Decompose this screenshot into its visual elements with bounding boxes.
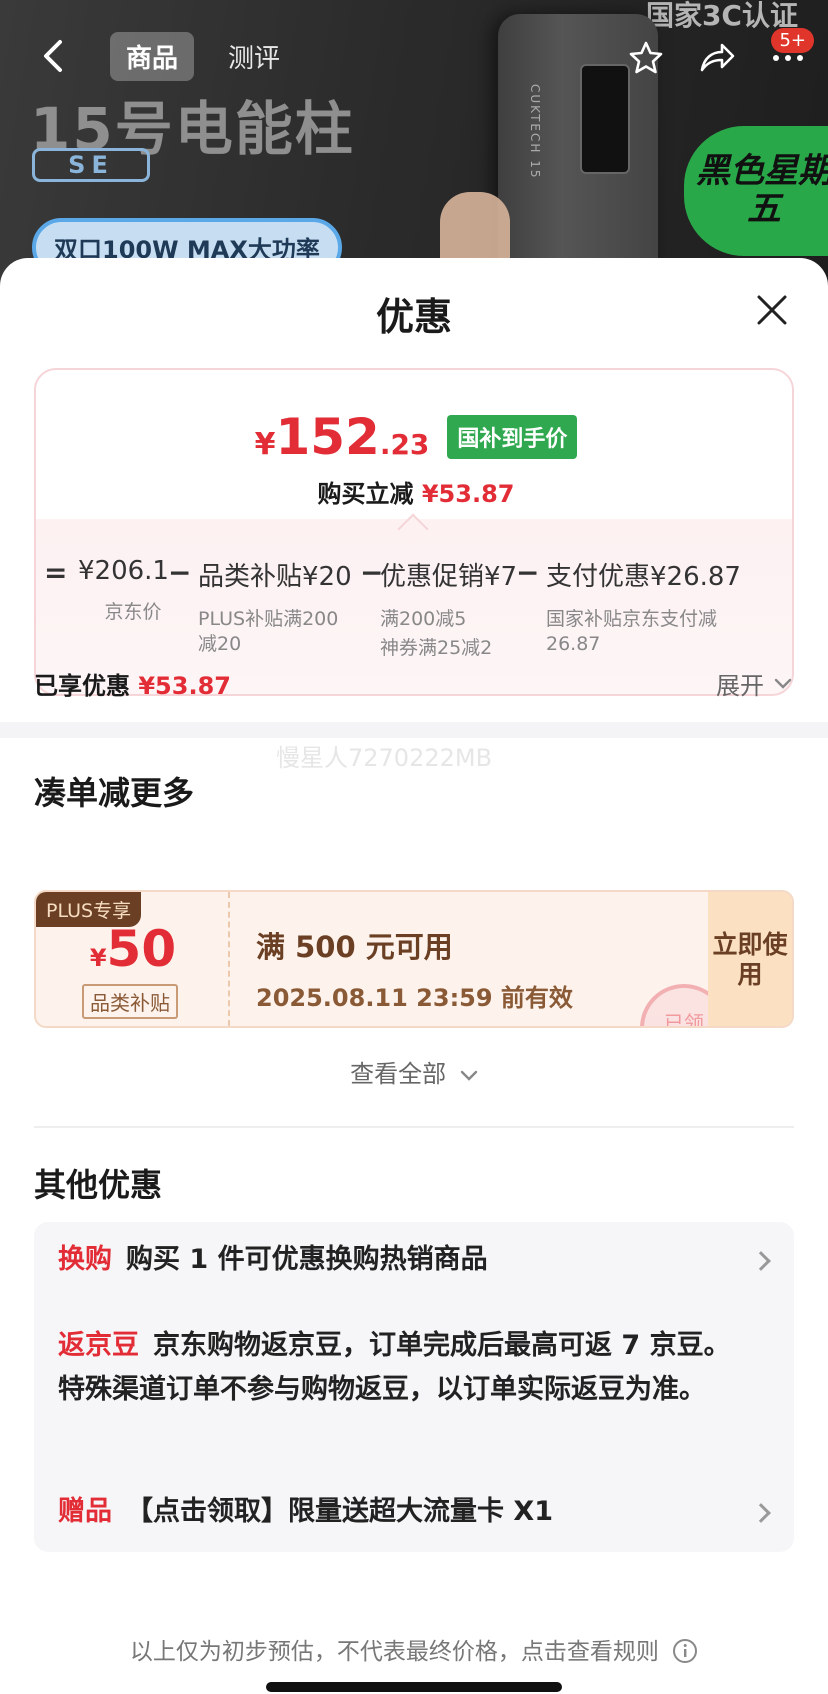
other-promotions: 换购 购买 1 件可优惠换购热销商品 返京豆 京东购物返京豆，订单完成后最高可返 7… [34,1222,794,1552]
breakdown-item-payment: 支付优惠¥26.87 国家补贴京东支付减 26.87 [546,556,742,657]
price-currency: ¥ [254,427,276,462]
final-price-row: ¥152.23 国补到手价 [36,408,792,466]
enjoyed-amount: ¥53.87 [138,672,231,700]
sheet-title: 优惠 [375,295,452,339]
enjoyed-discount: 已享优惠 ¥53.87 [34,666,231,701]
breakdown-main: 支付优惠¥26.87 [546,562,741,592]
price-integer: 152 [275,408,380,466]
device-brand: CUKTECH 15 [528,84,542,180]
watermark: 慢星人7270222MB [276,744,493,772]
promo-tag: 返京豆 [58,1330,139,1361]
breakdown-item-promo: 优惠促销¥7 满200减5 神券满25减2 [380,556,530,661]
close-icon[interactable] [754,292,790,328]
discount-sheet: 优惠 ¥152.23 国补到手价 购买立减 ¥53.87 = ¥206.1 京东… [0,258,828,1694]
expand-label: 展开 [716,672,764,700]
promo-item-gift[interactable]: 赠品 【点击领取】限量送超大流量卡 X1 [58,1490,758,1534]
share-icon[interactable] [698,40,736,76]
breakdown-main: 优惠促销¥7 [380,562,518,592]
promo-text: 购买 1 件可优惠换购热销商品 [126,1244,488,1275]
coupon-validity: 2025.08.11 23:59 前有效 [256,984,573,1012]
info-icon [673,1639,698,1663]
breakdown-sub-line: 满200减5 [380,608,467,630]
price-summary: ¥152.23 国补到手价 购买立减 ¥53.87 = ¥206.1 京东价 −… [34,368,794,696]
gov-subsidy-tag: 国补到手价 [447,415,578,459]
breakdown-sub-line: 26.87 [546,633,601,655]
promo-tag: 换购 [58,1244,112,1275]
instant-discount-label: 购买立减 [317,480,414,508]
promo-badge: 黑色星期五 [684,126,828,256]
equals-sign: = [44,556,68,589]
promo-item-jd-beans: 返京豆 京东购物返京豆，订单完成后最高可返 7 京豆。特殊渠道订单不参与购物返豆，… [58,1324,738,1412]
coupon-currency: ¥ [89,944,107,972]
coupon-value: 50 [106,920,177,978]
breakdown-sub: 国家补贴京东支付减 26.87 [546,607,742,657]
breakdown-caret [397,513,429,545]
coupon-card: PLUS专享 ¥50 品类补贴 满 500 元可用 2025.08.11 23:… [34,890,794,1028]
tab-product[interactable]: 商品 [110,32,195,81]
chevron-down-icon [460,1070,478,1081]
enjoyed-label: 已享优惠 [34,672,130,700]
promo-text: 【点击领取】限量送超大流量卡 X1 [126,1496,554,1527]
instant-discount-amount: ¥53.87 [421,480,515,508]
footer-text: 以上仅为初步预估，不代表最终价格，点击查看规则 [129,1639,659,1665]
star-icon[interactable] [628,40,664,76]
breakdown-sub-line: 减20 [198,633,242,655]
breakdown-sub: 满200减5 神券满25减2 [380,607,530,661]
breakdown-sub-line: 国家补贴京东支付减 [546,608,718,630]
breakdown-sub: PLUS补贴满200 减20 [198,607,366,657]
breakdown-sub-line: PLUS补贴满200 [198,608,339,630]
see-all-label: 查看全部 [350,1060,447,1088]
see-all-button[interactable]: 查看全部 [0,1054,828,1089]
coupon-type: 品类补贴 [82,984,178,1019]
promo-tag: 赠品 [58,1496,112,1527]
rules-footer[interactable]: 以上仅为初步预估，不代表最终价格，点击查看规则 [0,1632,828,1666]
breakdown-sub-line: 神券满25减2 [380,637,493,659]
others-section-title: 其他优惠 [34,1166,163,1204]
device-screen [580,64,630,174]
price-decimal: .23 [379,428,430,461]
coupon-value-area: PLUS专享 ¥50 品类补贴 [36,892,230,1026]
coupons-section-title: 凑单减更多 [34,774,195,812]
minus-sign: − [516,556,540,589]
breakdown-sub: 京东价 [78,600,188,625]
promo-text: 京东购物返京豆，订单完成后最高可返 7 京豆。特殊渠道订单不参与购物返豆，以订单… [58,1330,731,1405]
product-model: SE [32,148,150,182]
promo-item-trade-in[interactable]: 换购 购买 1 件可优惠换购热销商品 [58,1238,758,1282]
divider [34,1126,794,1128]
final-price: ¥152.23 [255,408,430,466]
use-now-button[interactable]: 立即使用 [708,892,792,1026]
breakdown-sub-line: 京东价 [104,601,162,623]
coupon-amount: ¥50 [36,920,230,978]
minus-sign: − [168,556,192,589]
breakdown-item-category: 品类补贴¥20 PLUS补贴满200 减20 [198,556,366,657]
instant-discount: 购买立减 ¥53.87 [36,474,792,509]
notification-badge: 5+ [771,28,814,53]
certification-text: 国家3C认证 [645,0,798,32]
coupon-condition: 满 500 元可用 [256,930,453,964]
section-divider [0,722,828,738]
product-tabs: 商品 测评 [110,32,296,81]
product-hero: 国家3C认证 CUKTECH 15 黑色星期五 商品 测评 15号电能柱 SE … [0,0,828,300]
back-icon[interactable] [34,36,74,76]
breakdown-main: 品类补贴¥20 [198,562,352,592]
expand-button[interactable]: 展开 [716,666,792,701]
tab-review[interactable]: 测评 [212,32,296,81]
home-indicator [266,1682,562,1692]
chevron-down-icon [774,678,792,689]
